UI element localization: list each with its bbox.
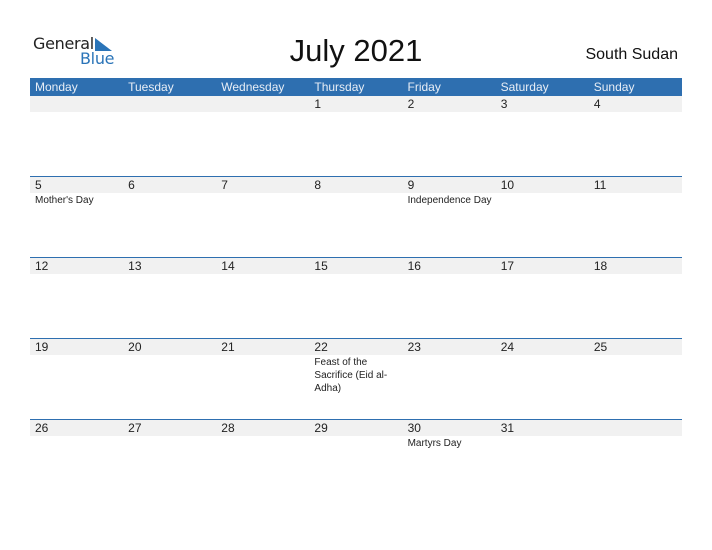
week-row: 26 27 28 29 30 Martyrs Day 31 (30, 419, 682, 501)
day-cell: 22 Feast of the Sacrifice (Eid al-Adha) (309, 339, 402, 420)
day-cell: 23 (403, 339, 496, 420)
day-number: 29 (314, 421, 328, 435)
day-number: 15 (314, 259, 328, 273)
weekday-header: Monday Tuesday Wednesday Thursday Friday… (30, 78, 682, 96)
day-number (35, 96, 123, 112)
day-cell: 16 (403, 258, 496, 339)
country-name: South Sudan (585, 46, 678, 63)
day-cell: 30 Martyrs Day (403, 420, 496, 501)
day-number: 24 (500, 340, 515, 354)
day-number: 5 (35, 178, 42, 192)
day-cell: 20 (123, 339, 216, 420)
day-number: 19 (35, 340, 49, 354)
day-cell (589, 420, 682, 501)
day-cell: 31 (496, 420, 589, 501)
day-cell: 18 (589, 258, 682, 339)
week-row: 1 2 3 4 (30, 96, 682, 177)
weekday-thursday: Thursday (314, 80, 365, 94)
holiday-label: Feast of the Sacrifice (Eid al-Adha) (314, 357, 388, 394)
weekday-wednesday: Wednesday (221, 80, 285, 94)
day-cell: 28 (216, 420, 309, 501)
day-cell: 17 (496, 258, 589, 339)
day-number: 30 (407, 421, 421, 435)
day-cell: 19 (30, 339, 123, 420)
day-cell: 25 (589, 339, 682, 420)
day-number: 25 (593, 340, 608, 354)
day-cell: 8 (309, 177, 402, 258)
holiday-label: Independence Day (407, 195, 492, 206)
holiday-label: Mother's Day (35, 195, 94, 206)
day-cell (216, 96, 309, 177)
day-number: 4 (593, 97, 601, 111)
day-number: 11 (593, 178, 607, 192)
day-cell: 11 (589, 177, 682, 258)
day-number: 1 (314, 97, 322, 111)
day-cell (30, 96, 123, 177)
day-number (221, 96, 309, 112)
day-number: 23 (407, 340, 421, 354)
weekday-tuesday: Tuesday (128, 80, 174, 94)
day-number: 13 (128, 259, 142, 273)
day-cell: 6 (123, 177, 216, 258)
day-number: 27 (128, 421, 142, 435)
day-cell: 21 (216, 339, 309, 420)
weekday-friday: Friday (407, 80, 441, 94)
week-row: 5 Mother's Day 6 7 8 9 Independence Day 10 11 (30, 176, 682, 258)
day-number: 12 (35, 259, 49, 273)
day-cell: 15 (309, 258, 402, 339)
weekday-monday: Monday (35, 80, 78, 94)
day-cell: 29 (309, 420, 402, 501)
day-cell: 12 (30, 258, 123, 339)
day-number: 18 (593, 259, 608, 273)
day-number (594, 420, 682, 436)
day-number: 14 (221, 259, 235, 273)
day-number: 21 (221, 340, 235, 354)
day-cell: 5 Mother's Day (30, 177, 123, 258)
day-cell: 2 (403, 96, 496, 177)
day-cell: 14 (216, 258, 309, 339)
day-number: 2 (407, 97, 415, 111)
day-number: 22 (314, 340, 328, 354)
day-number: 17 (500, 259, 515, 273)
weekday-saturday: Saturday (500, 80, 549, 94)
day-cell: 13 (123, 258, 216, 339)
day-cell: 9 Independence Day (403, 177, 496, 258)
day-number: 20 (128, 340, 142, 354)
day-number: 9 (407, 178, 415, 192)
week-row: 12 13 14 15 16 17 18 (30, 257, 682, 339)
day-number: 28 (221, 421, 235, 435)
day-number: 16 (407, 259, 421, 273)
day-cell: 3 (496, 96, 589, 177)
day-cell: 10 (496, 177, 589, 258)
day-cell: 1 (309, 96, 402, 177)
holiday-label: Martyrs Day (407, 438, 462, 449)
day-number: 31 (500, 421, 515, 435)
day-number: 10 (500, 178, 515, 192)
day-cell: 26 (30, 420, 123, 501)
day-cell (123, 96, 216, 177)
weekday-sunday: Sunday (593, 80, 635, 94)
day-number: 26 (35, 421, 49, 435)
day-number: 7 (221, 178, 228, 192)
week-row: 19 20 21 22 Feast of the Sacrifice (Eid al-A… (30, 338, 682, 420)
day-cell: 24 (496, 339, 589, 420)
day-number: 8 (314, 178, 322, 192)
day-number (128, 96, 216, 112)
day-number: 3 (500, 97, 508, 111)
day-cell: 7 (216, 177, 309, 258)
day-number: 6 (128, 178, 135, 192)
day-cell: 4 (589, 96, 682, 177)
day-cell: 27 (123, 420, 216, 501)
